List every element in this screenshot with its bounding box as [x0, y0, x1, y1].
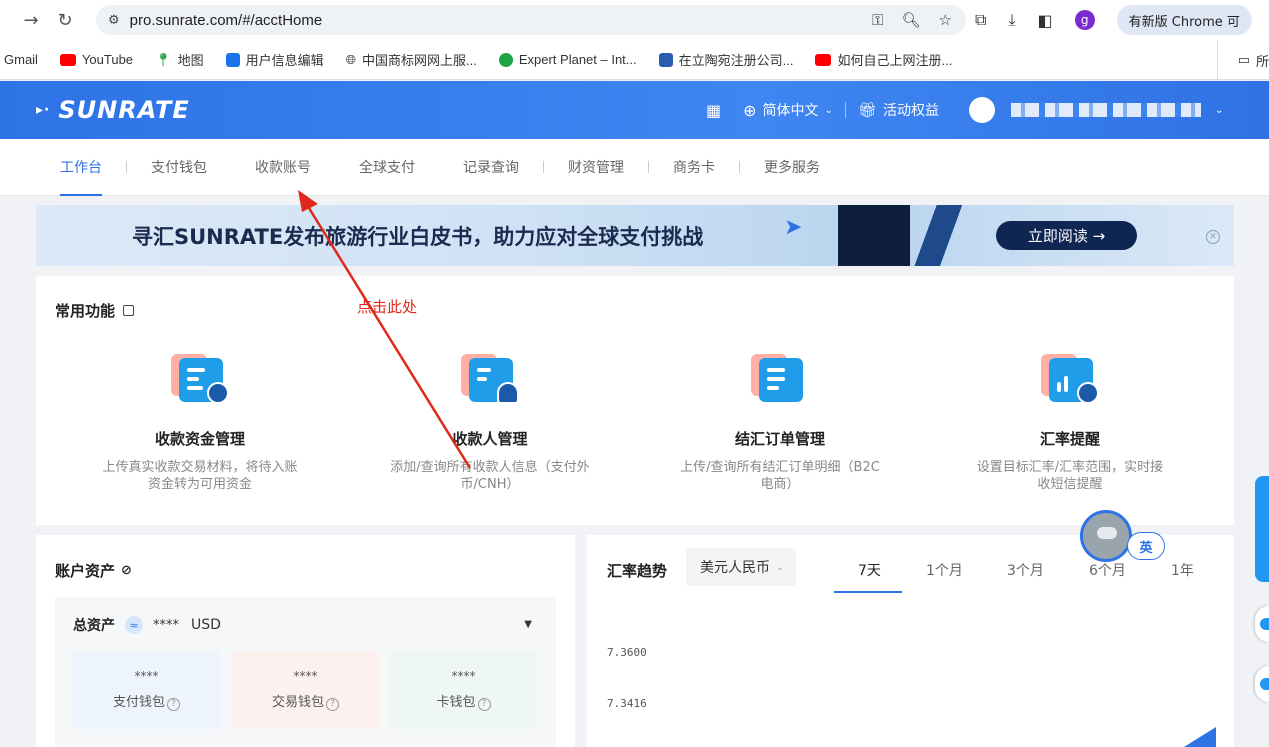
arrow-head [298, 190, 318, 212]
annotation-arrow [298, 190, 472, 469]
arrow-shaft [302, 199, 472, 469]
